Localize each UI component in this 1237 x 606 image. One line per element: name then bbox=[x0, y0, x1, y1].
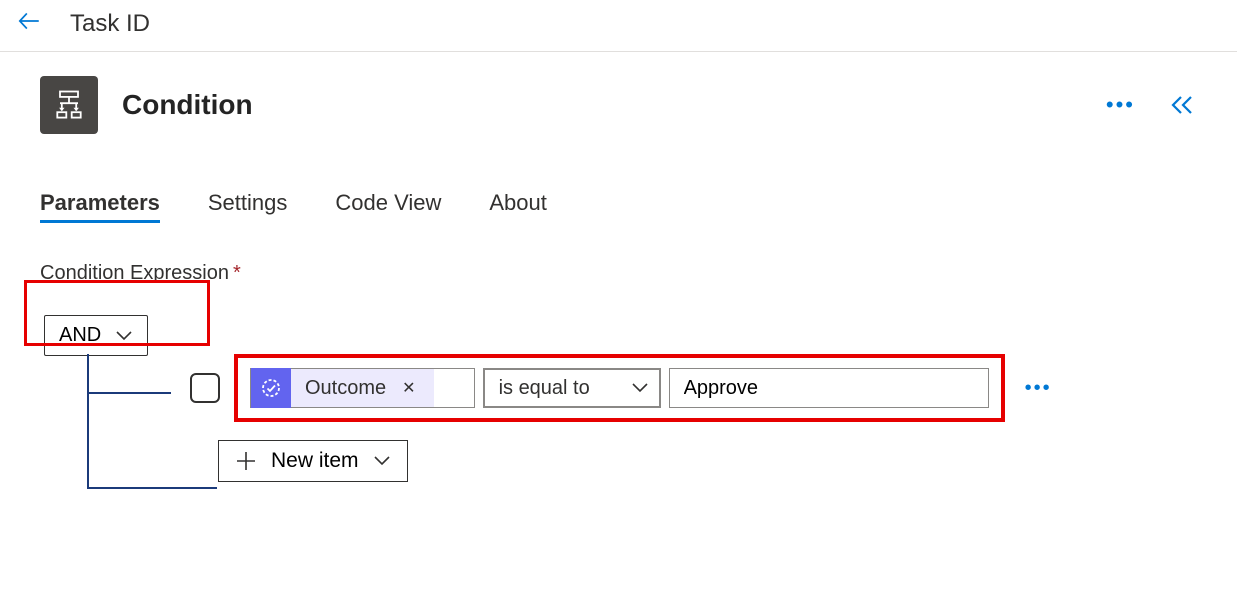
section-label-text: Condition Expression bbox=[40, 262, 229, 284]
value-input-wrapper bbox=[669, 368, 989, 408]
approval-check-icon bbox=[251, 368, 291, 408]
required-asterisk-icon: * bbox=[233, 262, 241, 284]
new-item-label: New item bbox=[271, 449, 359, 473]
section-label: Condition Expression* bbox=[40, 262, 1197, 285]
page-header: Task ID bbox=[0, 0, 1237, 52]
remove-token-icon[interactable]: ✕ bbox=[398, 378, 419, 398]
collapse-double-chevron-icon[interactable] bbox=[1169, 94, 1197, 116]
operator-label: is equal to bbox=[499, 377, 590, 400]
logic-operator-dropdown[interactable]: AND bbox=[44, 315, 148, 356]
chevron-down-icon bbox=[373, 455, 391, 467]
condition-row: Outcome ✕ is equal to bbox=[190, 354, 1058, 422]
chevron-down-icon bbox=[631, 382, 649, 394]
annotation-highlight-expression: Outcome ✕ is equal to bbox=[234, 354, 1005, 422]
tabs: Parameters Settings Code View About bbox=[40, 190, 1197, 222]
plus-icon bbox=[235, 450, 257, 472]
condition-icon bbox=[40, 76, 98, 134]
tab-code-view[interactable]: Code View bbox=[335, 190, 441, 222]
back-arrow-icon[interactable] bbox=[16, 8, 42, 39]
value-input[interactable] bbox=[684, 377, 974, 400]
card-more-icon[interactable]: ••• bbox=[1106, 94, 1135, 116]
row-checkbox[interactable] bbox=[190, 373, 220, 403]
chevron-down-icon bbox=[115, 330, 133, 342]
tab-settings[interactable]: Settings bbox=[208, 190, 288, 222]
row-more-icon[interactable]: ••• bbox=[1019, 377, 1058, 400]
page-title: Task ID bbox=[70, 10, 150, 38]
tab-parameters[interactable]: Parameters bbox=[40, 190, 160, 222]
field-token[interactable]: Outcome ✕ bbox=[250, 368, 475, 408]
condition-builder: AND bbox=[40, 315, 1197, 482]
new-item-button[interactable]: New item bbox=[218, 440, 408, 482]
tree-connector bbox=[40, 354, 100, 482]
logic-operator-label: AND bbox=[59, 324, 101, 347]
operator-dropdown[interactable]: is equal to bbox=[483, 368, 661, 408]
field-token-label: Outcome bbox=[305, 377, 386, 400]
card-header: Condition ••• bbox=[40, 76, 1197, 134]
tab-about[interactable]: About bbox=[489, 190, 547, 222]
card-title: Condition bbox=[122, 89, 253, 121]
